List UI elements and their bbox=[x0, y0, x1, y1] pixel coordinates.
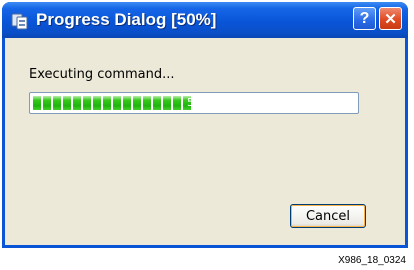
close-icon: ✕ bbox=[384, 10, 397, 28]
app-icon bbox=[11, 13, 28, 30]
status-text: Executing command... bbox=[29, 67, 175, 82]
window-title: Progress Dialog [50%] bbox=[36, 10, 217, 29]
help-icon: ? bbox=[359, 9, 370, 27]
title-bar[interactable]: Progress Dialog [50%] ? ✕ bbox=[2, 2, 408, 38]
dialog-body: Executing command... 50 Cancel bbox=[5, 38, 405, 245]
progress-label: 50 bbox=[187, 96, 201, 109]
figure-caption: X986_18_0324 bbox=[338, 255, 406, 266]
cancel-button[interactable]: Cancel bbox=[290, 204, 366, 228]
progress-dialog-window: Progress Dialog [50%] ? ✕ Executing comm… bbox=[2, 2, 408, 248]
help-button[interactable]: ? bbox=[353, 7, 376, 30]
close-button[interactable]: ✕ bbox=[379, 7, 402, 30]
progress-bar: 50 bbox=[29, 92, 359, 114]
